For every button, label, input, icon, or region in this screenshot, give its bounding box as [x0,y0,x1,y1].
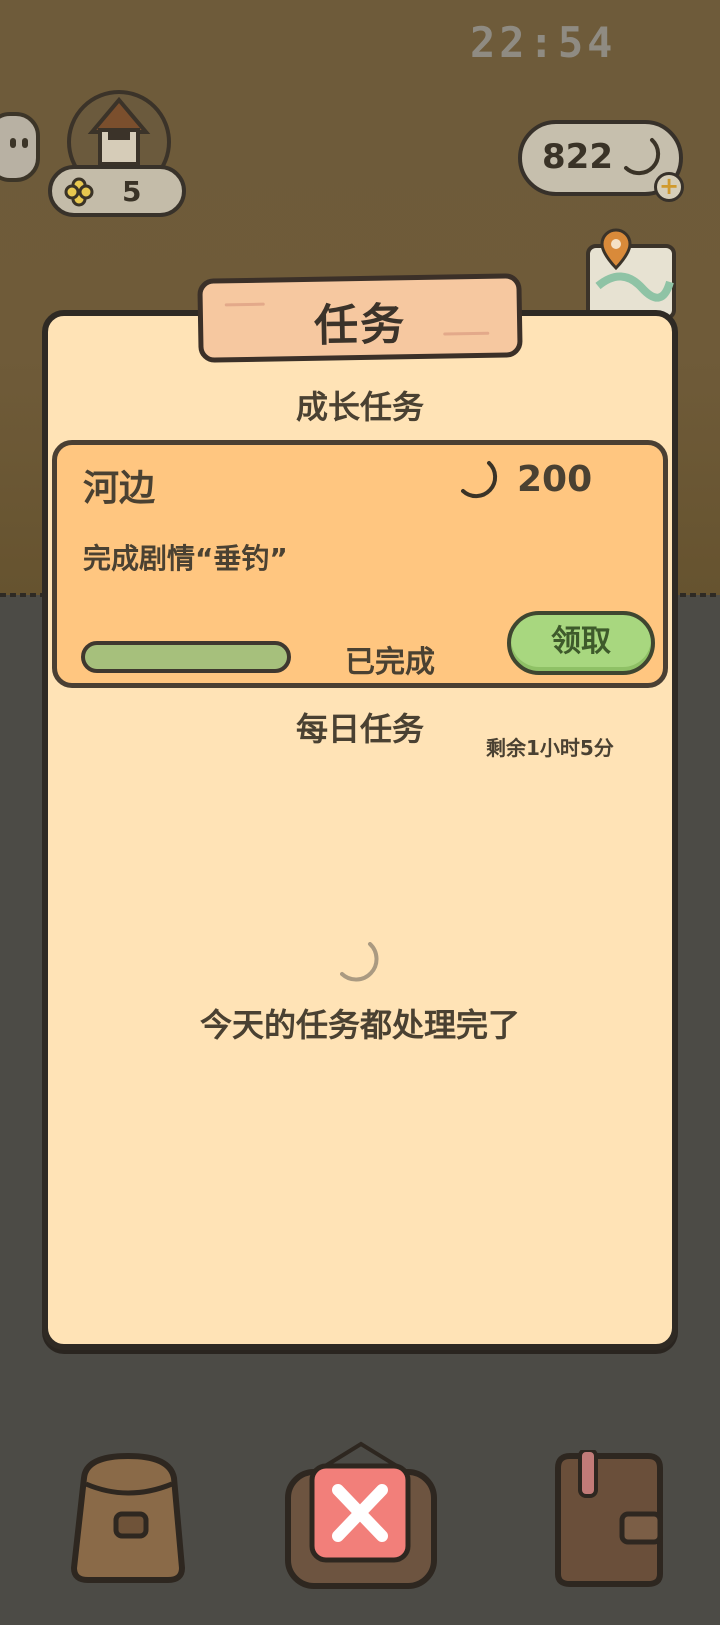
daily-timer: 剩余1小时5分 [486,736,614,760]
close-button[interactable] [282,1438,440,1594]
task-name: 河边 [83,468,156,509]
growth-task-card: 河边 200 完成剧情“垂钓” 已完成 领取 [52,440,668,688]
backpack-icon[interactable] [64,1448,192,1588]
add-currency-button[interactable]: + [654,172,684,202]
growth-section-title: 成长任务 [295,388,424,426]
map-icon[interactable] [582,226,680,320]
journal-icon[interactable] [540,1450,670,1590]
clover-count: 5 [122,175,142,208]
task-description: 完成剧情“垂钓” [83,542,288,575]
moon-reward-icon [461,461,498,499]
clover-badge[interactable]: 5 [48,165,186,217]
task-progress-fill [85,645,287,669]
panel-title: 任务 [313,299,407,352]
claim-button[interactable]: 领取 [507,611,655,675]
currency-amount: 822 [542,137,613,177]
task-reward-amount: 200 [517,459,593,500]
panel-title-plank: 任务 [197,273,523,363]
ghost-avatar-icon[interactable] [0,112,40,182]
status-time: 22:54 [470,18,617,67]
task-status: 已完成 [345,645,435,680]
daily-empty-text: 今天的任务都处理完了 [199,1006,520,1044]
clover-icon [64,177,94,207]
moon-empty-icon [340,942,379,982]
task-progress-bar [81,641,291,673]
